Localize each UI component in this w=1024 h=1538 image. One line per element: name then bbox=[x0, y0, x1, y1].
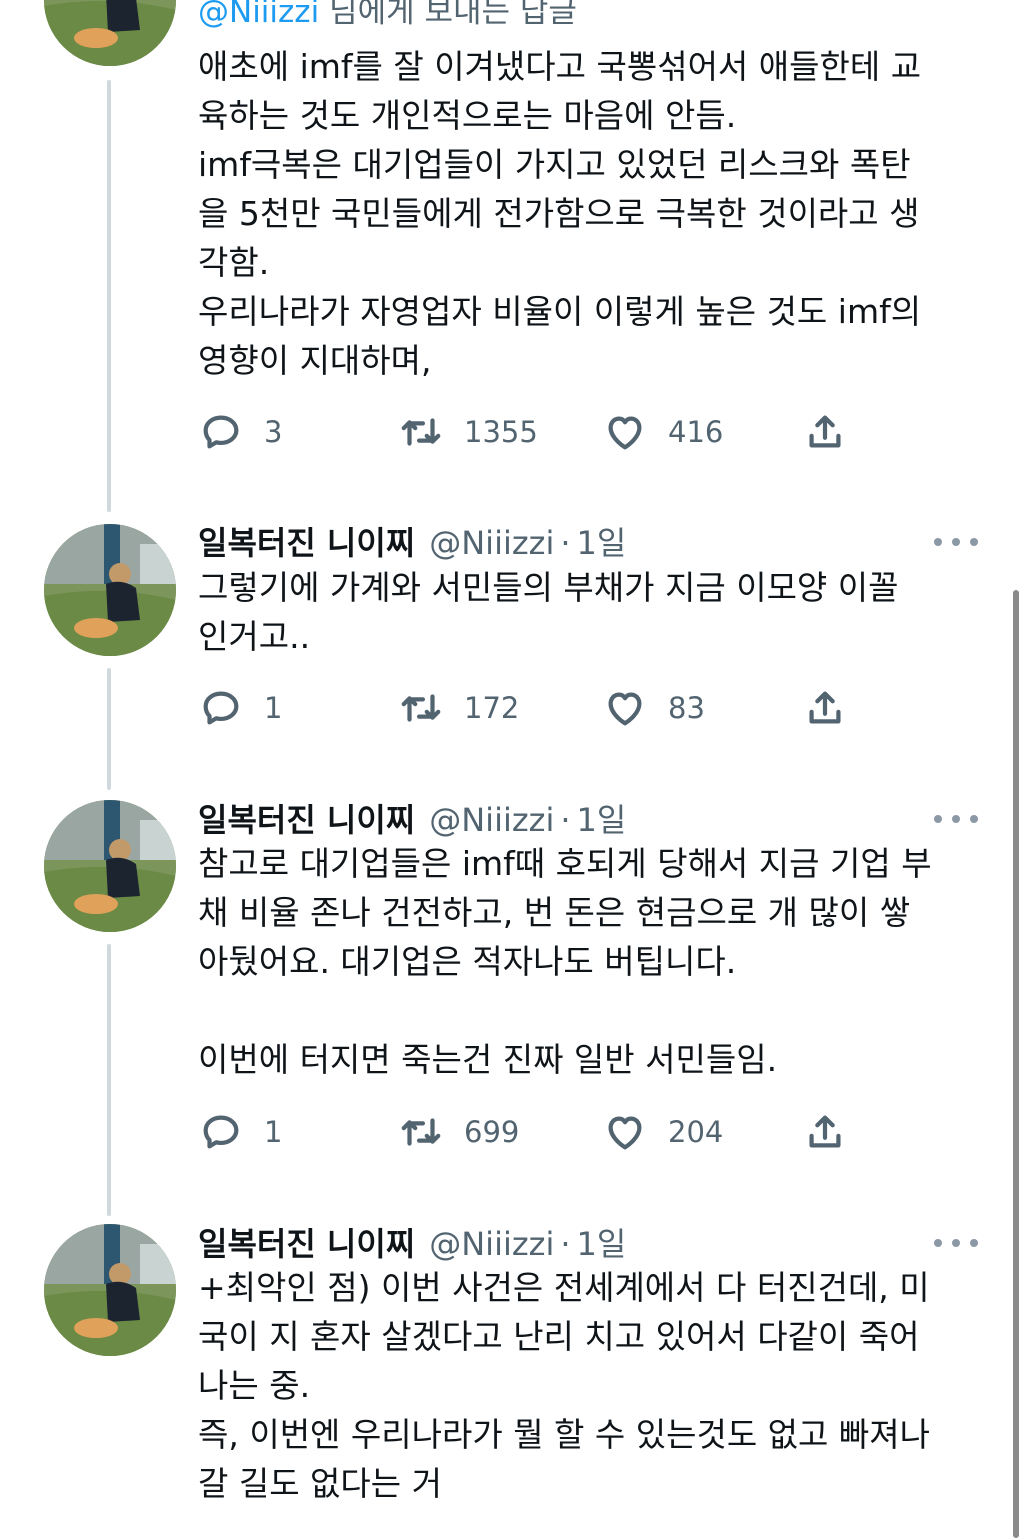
tweet-text: 애초에 imf를 잘 이겨냈다고 국뽕섞어서 애들한테 교 육하는 것도 개인적… bbox=[198, 42, 988, 385]
replying-to-line: @Niiizzi 님에게 보내는 답글 bbox=[198, 0, 577, 31]
tweet-paragraph: 즉, 이번엔 우리나라가 뭘 할 수 있는것도 없고 빠져나 갈 길도 없다는 … bbox=[198, 1415, 930, 1503]
avatar[interactable] bbox=[44, 524, 176, 656]
user-handle[interactable]: @Niiizzi bbox=[429, 524, 554, 562]
retweet-arrows-icon bbox=[401, 694, 441, 722]
retweet-count: 699 bbox=[464, 1115, 520, 1149]
display-name[interactable]: 일복터진 니이찌 bbox=[198, 518, 415, 564]
tweet-actions: 1 172 83 bbox=[198, 683, 858, 733]
display-name[interactable]: 일복터진 니이찌 bbox=[198, 1219, 415, 1265]
separator-dot: · bbox=[560, 801, 571, 839]
user-handle[interactable]: @Niiizzi bbox=[429, 1225, 554, 1263]
tweet-header: 일복터진 니이찌 @Niiizzi · 1일 bbox=[198, 1219, 626, 1263]
share-upload-icon bbox=[809, 691, 841, 724]
reply-count: 3 bbox=[264, 415, 283, 449]
reply-button[interactable]: 3 bbox=[198, 407, 282, 457]
speech-bubble-icon bbox=[203, 1115, 239, 1149]
heart-icon bbox=[608, 416, 642, 450]
tweet-paragraph: 그렇기에 가계와 서민들의 부채가 지금 이모양 이꼴 인거고.. bbox=[198, 568, 899, 656]
retweet-button[interactable]: 1355 bbox=[398, 407, 538, 457]
share-upload-icon bbox=[809, 1115, 841, 1148]
heart-icon bbox=[608, 1116, 642, 1150]
tweet-text: +최악인 점) 이번 사건은 전세계에서 다 터진건데, 미 국이 지 혼자 살… bbox=[198, 1263, 988, 1508]
tweet-actions: 1 699 204 bbox=[198, 1107, 858, 1157]
share-button[interactable] bbox=[802, 1107, 848, 1157]
retweet-count: 172 bbox=[464, 691, 520, 725]
avatar[interactable] bbox=[44, 800, 176, 932]
reply-button[interactable]: 1 bbox=[198, 1107, 282, 1157]
tweet-header: 일복터진 니이찌 @Niiizzi · 1일 bbox=[198, 518, 626, 562]
more-dots-icon[interactable] bbox=[934, 532, 978, 552]
speech-bubble-icon bbox=[203, 691, 239, 725]
scrollbar[interactable] bbox=[1013, 590, 1019, 1538]
like-button[interactable]: 416 bbox=[602, 407, 723, 457]
share-button[interactable] bbox=[802, 683, 848, 733]
retweet-arrows-icon bbox=[401, 418, 441, 446]
reply-button[interactable]: 1 bbox=[198, 683, 282, 733]
retweet-button[interactable]: 172 bbox=[398, 683, 519, 733]
more-dots-icon[interactable] bbox=[934, 1233, 978, 1253]
reply-to-handle-link[interactable]: @Niiizzi bbox=[198, 0, 319, 30]
retweet-button[interactable]: 699 bbox=[398, 1107, 519, 1157]
more-dots-icon[interactable] bbox=[934, 809, 978, 829]
thread-line bbox=[107, 668, 111, 790]
like-button[interactable]: 83 bbox=[602, 683, 705, 733]
tweet-paragraph: imf극복은 대기업들이 가지고 있었던 리스크와 폭탄 을 5천만 국민들에게… bbox=[198, 145, 920, 282]
timestamp[interactable]: 1일 bbox=[577, 518, 627, 564]
avatar[interactable] bbox=[44, 0, 176, 66]
tweet-paragraph: 애초에 imf를 잘 이겨냈다고 국뽕섞어서 애들한테 교 육하는 것도 개인적… bbox=[198, 47, 922, 135]
display-name[interactable]: 일복터진 니이찌 bbox=[198, 795, 415, 841]
reply-count: 1 bbox=[264, 691, 283, 725]
tweet-actions: 3 1355 416 bbox=[198, 407, 858, 457]
reply-to-suffix: 님에게 보내는 답글 bbox=[329, 0, 577, 30]
user-handle[interactable]: @Niiizzi bbox=[429, 801, 554, 839]
like-count: 416 bbox=[668, 415, 724, 449]
tweet-paragraph: 우리나라가 자영업자 비율이 이렇게 높은 것도 imf의 영향이 지대하며, bbox=[198, 292, 922, 380]
share-upload-icon bbox=[809, 415, 841, 448]
separator-dot: · bbox=[560, 1225, 571, 1263]
timestamp[interactable]: 1일 bbox=[577, 795, 627, 841]
like-count: 204 bbox=[668, 1115, 724, 1149]
thread-line bbox=[107, 944, 111, 1216]
heart-icon bbox=[608, 692, 642, 726]
tweet-text: 참고로 대기업들은 imf때 호되게 당해서 지금 기업 부 채 비율 존나 건… bbox=[198, 839, 988, 1084]
tweet-paragraph: +최악인 점) 이번 사건은 전세계에서 다 터진건데, 미 국이 지 혼자 살… bbox=[198, 1268, 930, 1405]
tweet-paragraph: 참고로 대기업들은 imf때 호되게 당해서 지금 기업 부 채 비율 존나 건… bbox=[198, 844, 932, 981]
thread-line bbox=[107, 80, 111, 512]
separator-dot: · bbox=[560, 524, 571, 562]
share-button[interactable] bbox=[802, 407, 848, 457]
like-button[interactable]: 204 bbox=[602, 1107, 723, 1157]
tweet-paragraph: 이번에 터지면 죽는건 진짜 일반 서민들임. bbox=[198, 1040, 778, 1079]
reply-count: 1 bbox=[264, 1115, 283, 1149]
tweet-text: 그렇기에 가계와 서민들의 부채가 지금 이모양 이꼴 인거고.. bbox=[198, 563, 988, 661]
retweet-count: 1355 bbox=[464, 415, 538, 449]
retweet-arrows-icon bbox=[401, 1118, 441, 1146]
speech-bubble-icon bbox=[203, 415, 239, 449]
like-count: 83 bbox=[668, 691, 705, 725]
avatar[interactable] bbox=[44, 1224, 176, 1356]
timestamp[interactable]: 1일 bbox=[577, 1219, 627, 1265]
tweet-header: 일복터진 니이찌 @Niiizzi · 1일 bbox=[198, 795, 626, 839]
